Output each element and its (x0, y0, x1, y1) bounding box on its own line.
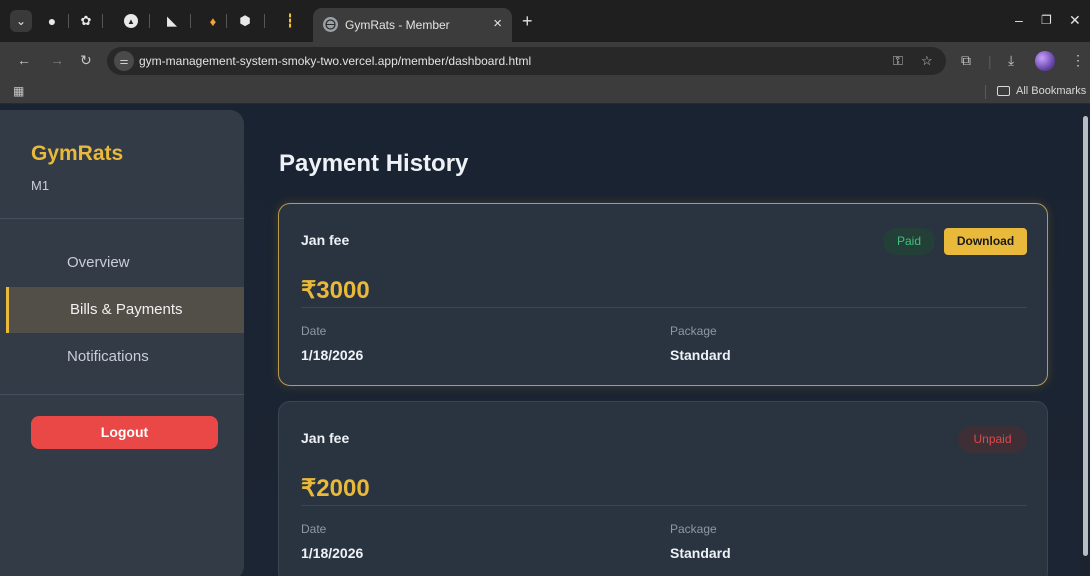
payment-amount: ₹3000 (301, 277, 370, 304)
extension-tab-icon[interactable]: ⬢ (237, 13, 253, 29)
payment-amount: ₹2000 (301, 475, 370, 502)
address-bar[interactable]: ⚌ gym-management-system-smoky-two.vercel… (107, 47, 946, 75)
tab-separator (68, 14, 69, 28)
logout-button[interactable]: Logout (31, 416, 218, 449)
sidebar-item-bills-payments[interactable]: Bills & Payments (6, 287, 244, 333)
package-label: Package (670, 324, 717, 338)
download-icon[interactable]: ⤓ (1008, 52, 1014, 69)
bookmarks-separator (985, 85, 986, 99)
window-close-icon[interactable]: ✕ (1069, 12, 1081, 29)
bookmark-star-icon[interactable]: ☆ (921, 53, 933, 69)
url-text[interactable]: gym-management-system-smoky-two.vercel.a… (139, 54, 531, 68)
bookmarks-bar: ▦ All Bookmarks (0, 80, 1090, 104)
close-tab-icon[interactable]: × (493, 15, 502, 32)
payment-label: Jan fee (301, 430, 350, 446)
sidebar-divider (0, 394, 244, 395)
member-id: M1 (31, 178, 50, 193)
extensions-icon[interactable]: ⧉ (961, 52, 971, 69)
tab-search-chevron-icon[interactable]: ⌄ (10, 10, 32, 32)
status-badge-paid: Paid (883, 228, 935, 255)
forward-icon[interactable]: → (50, 52, 64, 68)
browser-tab-strip: ⌄ ● ✿ ▲ ◣ ♦ ⬢ ┇ GymRats - Member × + – ❐… (0, 0, 1090, 42)
download-button[interactable]: Download (944, 228, 1027, 255)
sidebar: GymRats M1 Overview Bills & Payments Not… (0, 110, 244, 576)
folder-icon (997, 86, 1010, 96)
package-value: Standard (670, 545, 731, 561)
package-label: Package (670, 522, 717, 536)
payment-label: Jan fee (301, 232, 350, 248)
all-bookmarks-button[interactable]: All Bookmarks (997, 85, 1086, 97)
browser-toolbar: ← → ↻ ⚌ gym-management-system-smoky-two.… (0, 42, 1090, 80)
date-value: 1/18/2026 (301, 347, 364, 363)
site-settings-icon[interactable]: ⚌ (114, 51, 134, 71)
date-label: Date (301, 522, 327, 536)
tab-separator (149, 14, 150, 28)
chatgpt-icon[interactable]: ✿ (78, 13, 94, 29)
toolbar-separator: | (988, 53, 992, 69)
date-label: Date (301, 324, 327, 338)
package-value: Standard (670, 347, 731, 363)
new-tab-icon[interactable]: + (522, 12, 533, 30)
tab-separator (226, 14, 227, 28)
github-icon[interactable]: ● (44, 13, 60, 29)
card-divider (301, 307, 1027, 308)
minimize-icon[interactable]: – (1015, 12, 1023, 28)
profile-avatar[interactable] (1035, 51, 1055, 71)
back-icon[interactable]: ← (17, 52, 31, 68)
sidebar-item-notifications[interactable]: Notifications (6, 334, 244, 380)
sidebar-divider (0, 218, 244, 219)
page-scrollbar[interactable] (1080, 110, 1090, 576)
restore-icon[interactable]: ❐ (1041, 13, 1052, 27)
active-tab[interactable]: GymRats - Member × (313, 8, 512, 42)
brand-logo: GymRats (31, 142, 124, 165)
page-viewport: GymRats M1 Overview Bills & Payments Not… (0, 104, 1090, 576)
scrollbar-thumb[interactable] (1083, 116, 1088, 556)
analytics-icon[interactable]: ┇ (282, 13, 298, 29)
tab-title: GymRats - Member (345, 18, 450, 32)
render-icon[interactable]: ◣ (164, 13, 180, 29)
tab-separator (102, 14, 103, 28)
page-title: Payment History (279, 150, 469, 177)
all-bookmarks-label: All Bookmarks (1016, 85, 1087, 97)
date-value: 1/18/2026 (301, 545, 364, 561)
status-badge-unpaid: Unpaid (958, 426, 1027, 453)
tab-separator (264, 14, 265, 28)
more-menu-icon[interactable]: ⋮ (1071, 52, 1085, 69)
tab-separator (190, 14, 191, 28)
password-key-icon[interactable]: ⚿ (893, 53, 903, 69)
payment-card: Jan fee Paid Download ₹3000 Date 1/18/20… (278, 203, 1048, 386)
payment-card: Jan fee Unpaid ₹2000 Date 1/18/2026 Pack… (278, 401, 1048, 576)
apps-grid-icon[interactable]: ▦ (13, 84, 24, 98)
reload-icon[interactable]: ↻ (80, 52, 92, 69)
card-divider (301, 505, 1027, 506)
sidebar-item-overview[interactable]: Overview (6, 240, 244, 286)
globe-icon (323, 17, 338, 32)
vercel-icon[interactable]: ▲ (124, 14, 138, 28)
firebase-icon[interactable]: ♦ (205, 13, 221, 29)
